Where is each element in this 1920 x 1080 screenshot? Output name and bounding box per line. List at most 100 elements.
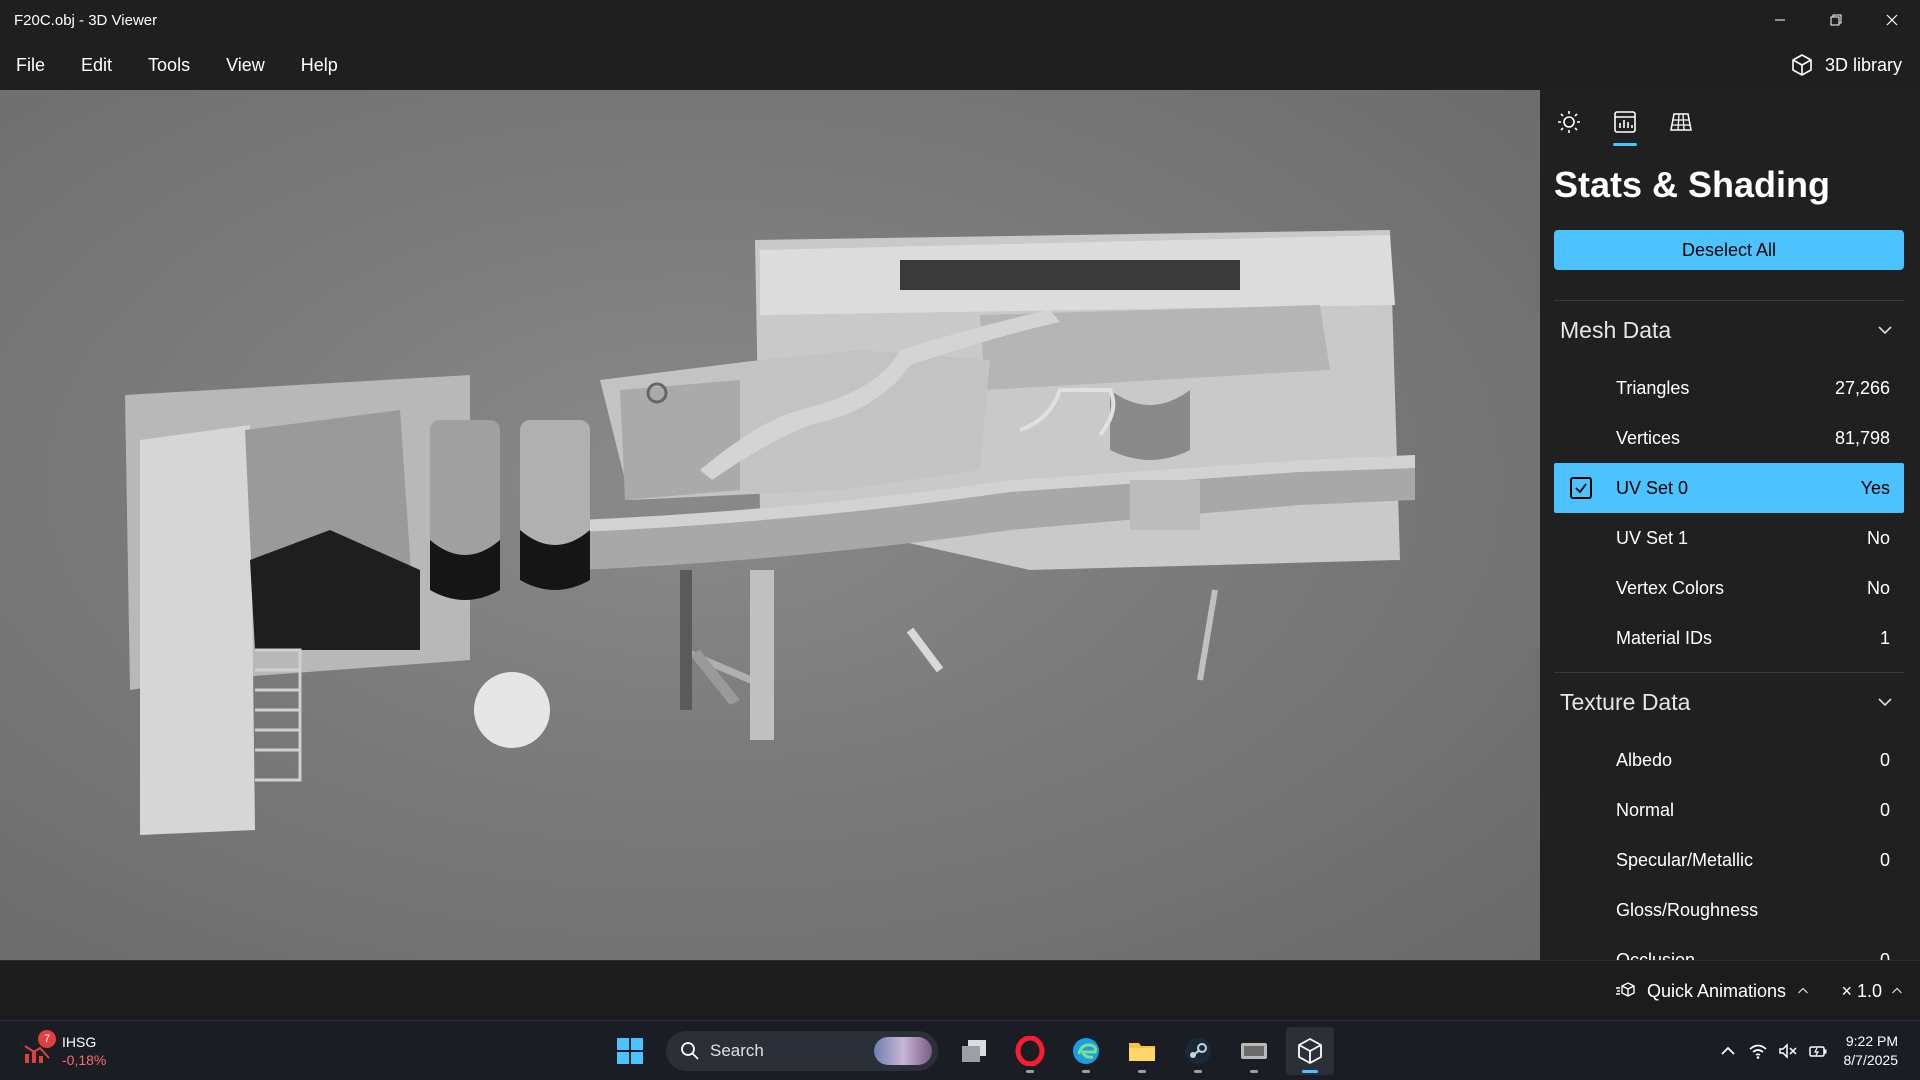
- stock-widget[interactable]: 7 IHSG -0,18%: [22, 1029, 106, 1073]
- chevron-down-icon: [1878, 326, 1892, 335]
- checkmark-icon: [1575, 483, 1587, 494]
- menu-view[interactable]: View: [208, 40, 283, 90]
- window-title: F20C.obj - 3D Viewer: [14, 11, 158, 29]
- row-label: Gloss/Roughness: [1616, 899, 1759, 920]
- clock-date: 8/7/2025: [1843, 1052, 1899, 1068]
- stats-panel: Stats & Shading Deselect All Mesh Data T…: [1540, 90, 1920, 960]
- deselect-all-button[interactable]: Deselect All: [1554, 230, 1904, 270]
- window-controls: [1752, 0, 1920, 40]
- 3d-viewport[interactable]: [0, 90, 1540, 960]
- stock-chart-icon: 7: [22, 1030, 56, 1066]
- taskbar-edge[interactable]: [1062, 1027, 1110, 1075]
- mesh-data-header[interactable]: Mesh Data: [1554, 310, 1904, 350]
- row-label: Albedo: [1616, 749, 1673, 770]
- edge-icon: [1073, 1038, 1099, 1064]
- sun-icon: [1558, 111, 1580, 133]
- row-value: 1: [1879, 627, 1890, 648]
- divider: [1554, 672, 1904, 673]
- panel-tabs: [1552, 104, 1698, 146]
- tab-lighting[interactable]: [1552, 104, 1586, 140]
- taskbar-game-app[interactable]: [1230, 1027, 1278, 1075]
- wifi-icon[interactable]: [1748, 1041, 1768, 1061]
- taskbar: 7 IHSG -0,18% Search 9:22 PM 8/7/2025: [0, 1020, 1920, 1080]
- battery-icon[interactable]: [1808, 1041, 1828, 1061]
- row-value: 0: [1879, 799, 1890, 820]
- search-highlight-image: [874, 1037, 932, 1065]
- title-bar: F20C.obj - 3D Viewer: [0, 0, 1920, 40]
- mesh-row-uv-set-0[interactable]: UV Set 0 Yes: [1554, 463, 1904, 513]
- row-value: No: [1866, 577, 1890, 598]
- stock-text: IHSG -0,18%: [62, 1033, 106, 1069]
- clock-time: 9:22 PM: [1845, 1033, 1898, 1049]
- menu-help[interactable]: Help: [283, 40, 356, 90]
- row-label: UV Set 1: [1616, 527, 1689, 548]
- running-indicator: [1082, 1070, 1090, 1073]
- stock-change: -0,18%: [62, 1052, 107, 1068]
- mesh-data-label: Mesh Data: [1560, 316, 1672, 343]
- taskbar-apps: Search: [606, 1027, 1334, 1075]
- quick-animations-label: Quick Animations: [1646, 980, 1786, 1001]
- taskbar-search[interactable]: Search: [666, 1031, 938, 1071]
- close-icon: [1886, 14, 1898, 26]
- running-indicator: [1138, 1070, 1146, 1073]
- tab-grid[interactable]: [1664, 104, 1698, 140]
- animation-bar: Quick Animations × 1.0: [0, 960, 1920, 1020]
- uv-set-0-checkbox[interactable]: [1570, 477, 1592, 499]
- game-icon: [1241, 1043, 1267, 1059]
- stats-icon: [1614, 111, 1636, 133]
- mesh-row-triangles[interactable]: Triangles 27,266: [1554, 363, 1904, 413]
- row-label: Vertex Colors: [1616, 577, 1725, 598]
- texture-row-albedo[interactable]: Albedo 0: [1554, 735, 1904, 785]
- clock[interactable]: 9:22 PM 8/7/2025: [1844, 1032, 1899, 1070]
- row-label: Normal: [1616, 799, 1675, 820]
- tab-stats[interactable]: [1608, 104, 1642, 146]
- running-indicator: [1194, 1070, 1202, 1073]
- running-indicator: [1302, 1070, 1318, 1073]
- chevron-up-icon[interactable]: [1718, 1041, 1738, 1061]
- row-label: Occlusion: [1616, 949, 1696, 961]
- steam-icon: [1185, 1038, 1211, 1064]
- menu-tools[interactable]: Tools: [130, 40, 208, 90]
- close-button[interactable]: [1864, 0, 1920, 40]
- chevron-down-icon: [1878, 698, 1892, 707]
- row-label: UV Set 0: [1616, 477, 1689, 498]
- menu-file[interactable]: File: [0, 40, 63, 90]
- minimize-icon: [1775, 19, 1785, 21]
- volume-muted-icon[interactable]: [1778, 1041, 1798, 1061]
- opera-icon: [1015, 1036, 1045, 1066]
- mesh-row-vertices[interactable]: Vertices 81,798: [1554, 413, 1904, 463]
- chevron-up-icon: [1798, 987, 1808, 994]
- texture-row-occlusion[interactable]: Occlusion 0: [1554, 935, 1904, 961]
- row-label: Specular/Metallic: [1616, 849, 1754, 870]
- taskbar-3d-viewer[interactable]: [1286, 1027, 1334, 1075]
- running-indicator: [1250, 1070, 1258, 1073]
- 3d-library-button[interactable]: 3D library: [1789, 40, 1902, 90]
- animation-cube-icon: [1615, 982, 1635, 997]
- taskbar-opera[interactable]: [1006, 1027, 1054, 1075]
- start-button[interactable]: [606, 1027, 654, 1075]
- cube-icon: [1792, 54, 1812, 76]
- texture-data-header[interactable]: Texture Data: [1554, 682, 1904, 722]
- windows-icon: [617, 1038, 643, 1064]
- restore-button[interactable]: [1808, 0, 1864, 40]
- search-placeholder: Search: [710, 1041, 764, 1060]
- texture-data-label: Texture Data: [1560, 688, 1691, 715]
- taskbar-file-explorer[interactable]: [1118, 1027, 1166, 1075]
- texture-row-gloss[interactable]: Gloss/Roughness: [1554, 885, 1904, 935]
- mesh-row-uv-set-1[interactable]: UV Set 1 No: [1554, 513, 1904, 563]
- panel-title: Stats & Shading: [1554, 164, 1831, 205]
- taskbar-task-view[interactable]: [950, 1027, 998, 1075]
- quick-animations-button[interactable]: Quick Animations: [1615, 961, 1810, 1021]
- texture-row-normal[interactable]: Normal 0: [1554, 785, 1904, 835]
- taskbar-steam[interactable]: [1174, 1027, 1222, 1075]
- minimize-button[interactable]: [1752, 0, 1808, 40]
- texture-row-specular[interactable]: Specular/Metallic 0: [1554, 835, 1904, 885]
- row-label: Material IDs: [1616, 627, 1713, 648]
- system-tray: 9:22 PM 8/7/2025: [1718, 1021, 1920, 1080]
- speed-selector[interactable]: × 1.0: [1841, 961, 1904, 1021]
- mesh-row-material-ids[interactable]: Material IDs 1: [1554, 613, 1904, 663]
- speed-label: × 1.0: [1841, 980, 1882, 1001]
- mesh-row-vertex-colors[interactable]: Vertex Colors No: [1554, 563, 1904, 613]
- menu-edit[interactable]: Edit: [63, 40, 130, 90]
- row-value: Yes: [1860, 477, 1890, 498]
